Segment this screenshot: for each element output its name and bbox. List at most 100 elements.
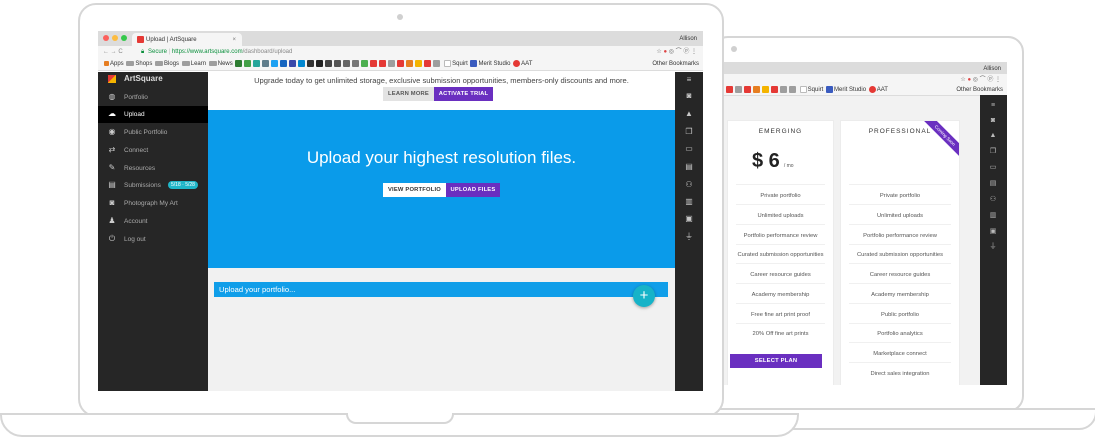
bookmark-learn[interactable]: Learn [191,61,206,67]
back-bookmark-merit[interactable]: Merit Studio [834,87,866,93]
feature: Direct sales integration [870,371,930,377]
upload-portfolio-bar[interactable]: Upload your portfolio... [214,282,668,297]
back-bookmark-squirt[interactable]: Squirt [808,87,824,93]
sidebar-item-label: Portfolio [124,94,148,101]
plan-price: $ 6 [752,150,780,172]
hero-title: Upload your highest resolution files. [306,148,577,167]
sidebar-item-log-out[interactable]: ⏻ Log out [98,231,208,248]
feature: Marketplace connect [873,351,927,357]
graduation-icon[interactable]: ▲ [989,132,997,139]
sidebar-item-photograph-my-art[interactable]: ◙ Photograph My Art [98,195,208,212]
toolbar-actions[interactable]: ☆ ● ◎ ⌒ ⓟ ⋮ [656,47,697,57]
window-close-dot[interactable] [103,35,109,41]
feature: Private portfolio [760,193,801,199]
bookmark-aat[interactable]: AAT [521,61,532,67]
feature: Unlimited uploads [876,213,924,219]
front-bookmarks-bar: Apps Shops Blogs Learn News Squirt Merit… [98,58,703,71]
print-icon[interactable]: ▤ [684,162,694,171]
cloud-upload-icon: ☁ [108,109,116,118]
menu-icon[interactable]: ≡ [989,102,997,109]
bookmark-shops[interactable]: Shops [135,61,152,67]
profile-name[interactable]: Allison [679,34,697,44]
print-icon[interactable]: ▤ [989,180,997,187]
sidebar-item-label: Submissions [124,182,161,189]
select-plan-button[interactable]: SELECT PLAN [730,354,822,368]
sidebar-item-resources[interactable]: ✎ Resources [98,160,208,177]
window-maximize-dot[interactable] [121,35,127,41]
pricing-card-emerging: EMERGING $ 6/ mo Private portfolio Unlim… [727,120,834,385]
sidebar-item-account[interactable]: ♟ Account [98,213,208,230]
wrench-icon: ✎ [108,163,116,172]
front-right-rail: ≡ ◙ ▲ ❐ ▭ ▤ ⚇ ▥ ▣ ⏚ [675,72,703,391]
pricing-card-professional: PROFESSIONAL Coming Soon Private portfol… [840,120,960,385]
badge-b: 5/28 [185,182,195,188]
copy-icon[interactable]: ❐ [989,148,997,155]
tab-close-icon[interactable]: × [232,35,236,45]
plug-icon[interactable]: ⏚ [684,232,694,241]
sidebar-item-submissions[interactable]: ▤ Submissions 5/18 · 5/28 [98,177,208,194]
menu-icon[interactable]: ≡ [684,75,694,84]
users-icon[interactable]: ⚇ [684,180,694,189]
view-portfolio-button[interactable]: VIEW PORTFOLIO [383,183,446,197]
bookmark-squirt[interactable]: Squirt [452,61,468,67]
feature: Free fine art print proof [751,312,810,318]
sidebar-item-connect[interactable]: ⇄ Connect [98,142,208,159]
feature: Portfolio performance review [863,233,937,239]
back-profile-name: Allison [983,66,1001,72]
upload-files-button[interactable]: UPLOAD FILES [446,183,500,197]
url-path: /dashboard/upload [242,49,293,55]
back-other-bookmarks[interactable]: Other Bookmarks [956,85,1003,95]
address-bar[interactable]: Secure | https://www.artsquare.com/dashb… [148,47,292,57]
other-bookmarks[interactable]: Other Bookmarks [652,59,699,69]
upload-portfolio-label: Upload your portfolio... [219,285,296,294]
window-minimize-dot[interactable] [112,35,118,41]
plug-icon[interactable]: ⏚ [989,243,997,250]
camera-icon[interactable]: ◙ [684,91,694,100]
feature: Career resource guides [869,272,931,278]
feature: Portfolio analytics [877,331,923,337]
back-screen: Allison ☆ ● ◎ ⌒ ⓟ ⋮ Squirt Merit Studio … [722,62,1007,385]
sidebar-item-upload[interactable]: ☁ Upload [98,106,208,123]
sidebar-item-label: Account [124,218,148,225]
sidebar-item-public-portfolio[interactable]: ◉ Public Portfolio [98,124,208,141]
feature: Unlimited uploads [757,213,804,219]
coming-soon-ribbon: Coming Soon [920,121,959,160]
sidebar-item-label: Log out [124,236,146,243]
users-icon[interactable]: ⚇ [989,196,997,203]
brand-name: ArtSquare [124,74,163,83]
back-bookmark-aat[interactable]: AAT [877,87,888,93]
artsquare-favicon [137,36,144,43]
front-laptop-camera [397,14,403,20]
back-laptop-camera [731,46,737,52]
browser-tab-active[interactable]: Upload | ArtSquare × [132,33,242,46]
nav-buttons[interactable]: ← → C [103,47,123,57]
upgrade-banner: Upgrade today to get unlimited storage, … [208,72,675,110]
copy-icon[interactable]: ❐ [684,127,694,136]
badge-a: 5/18 [171,182,181,188]
plan-price-emerging: $ 6/ mo [752,150,794,173]
plan-title-emerging: EMERGING [758,128,803,135]
eye-icon: ◉ [108,127,116,136]
submissions-badge: 5/18 · 5/28 [168,181,198,189]
learn-more-button[interactable]: LEARN MORE [383,87,434,101]
activate-trial-button[interactable]: ACTIVATE TRIAL [434,87,493,101]
chat-icon[interactable]: ▣ [684,214,694,223]
back-right-rail: ≡ ◙ ▲ ❐ ▭ ▤ ⚇ ▥ ▣ ⏚ [980,95,1007,385]
bookmark-news[interactable]: News [218,61,233,67]
sidebar-item-label: Public Portfolio [124,129,168,136]
id-card-icon[interactable]: ▭ [989,164,997,171]
camera-icon[interactable]: ◙ [989,117,997,124]
sidebar-item-portfolio[interactable]: ◍ Portfolio [98,89,208,106]
id-card-icon[interactable]: ▭ [684,144,694,153]
building-icon[interactable]: ▥ [684,197,694,206]
add-upload-button[interactable]: + [633,285,655,307]
user-icon: ♟ [108,216,116,225]
upload-hero: Upload your highest resolution files. VI… [208,110,675,268]
building-icon[interactable]: ▥ [989,212,997,219]
main-content: Upgrade today to get unlimited storage, … [208,72,675,391]
chat-icon[interactable]: ▣ [989,228,997,235]
graduation-icon[interactable]: ▲ [684,109,694,118]
bookmark-blogs[interactable]: Blogs [164,61,179,67]
bookmark-apps[interactable]: Apps [110,61,124,67]
bookmark-merit-studio[interactable]: Merit Studio [478,61,510,67]
